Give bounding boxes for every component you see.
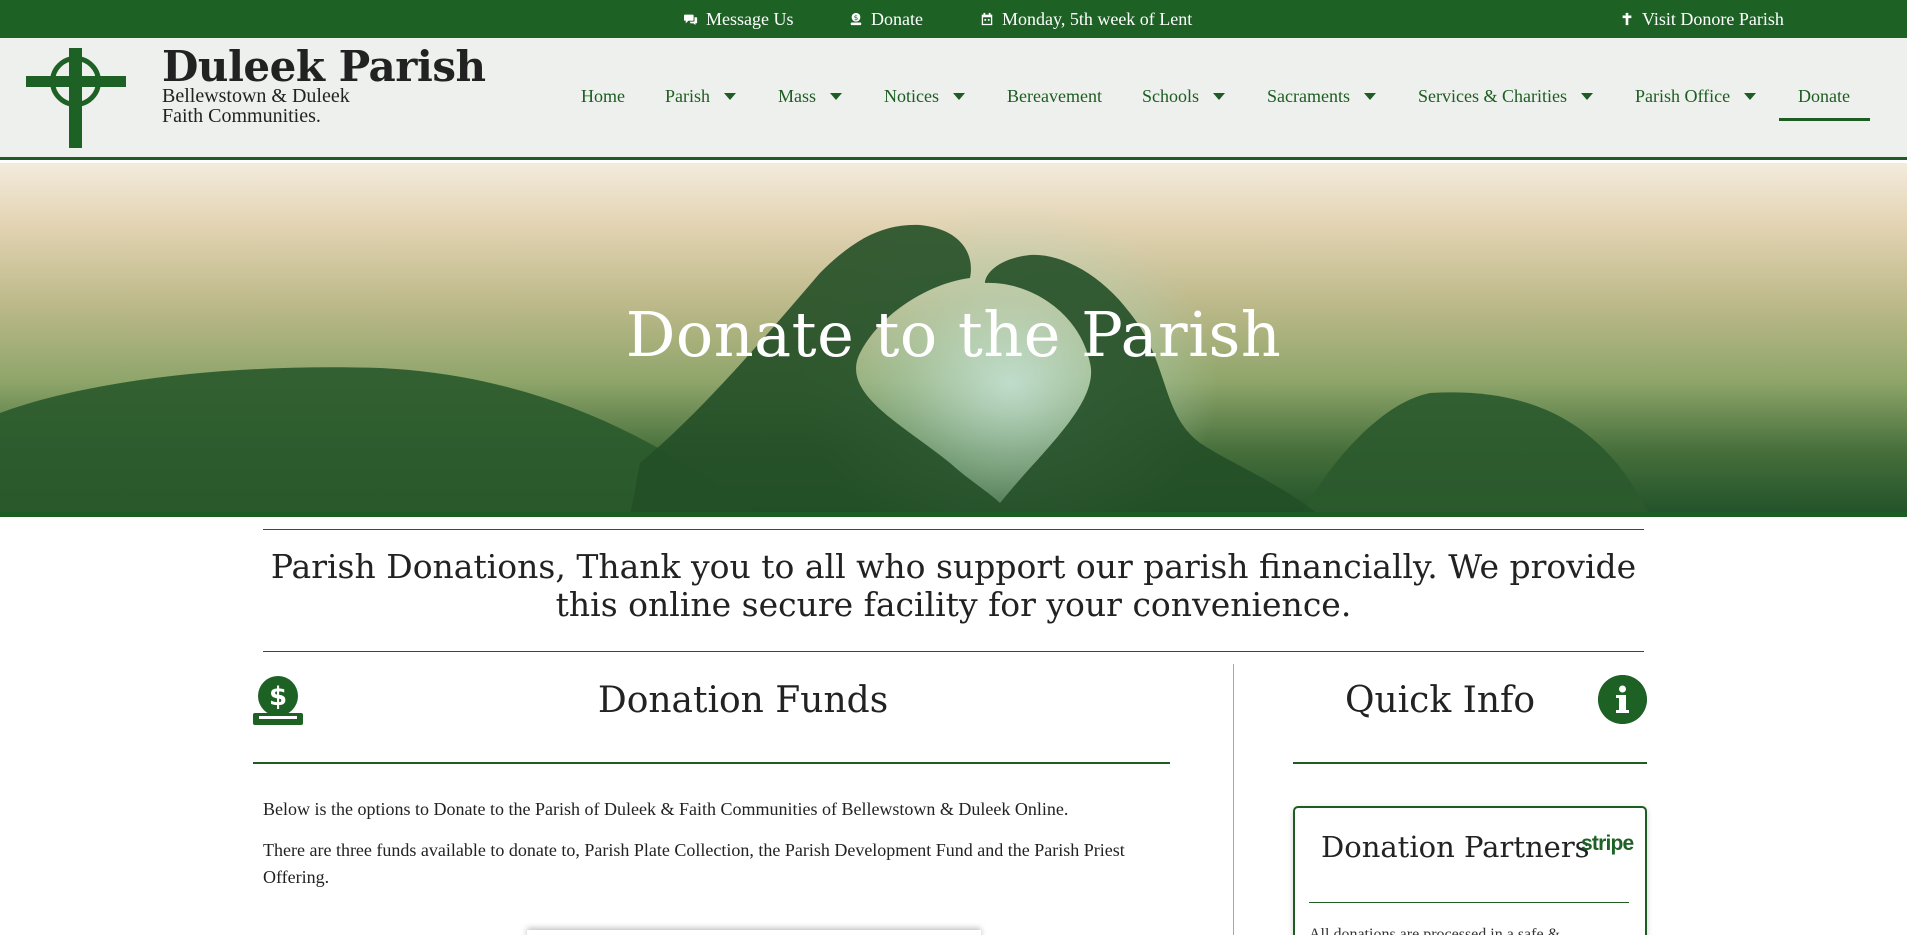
partners-text: All donations are processed in a safe & xyxy=(1309,926,1561,935)
nav-item-services-charities[interactable]: Services & Charities xyxy=(1418,86,1593,107)
nav-item-label: Bereavement xyxy=(1007,86,1102,106)
nav-item-donate[interactable]: Donate xyxy=(1798,86,1850,107)
partners-rule xyxy=(1309,902,1629,903)
nav-item-bereavement[interactable]: Bereavement xyxy=(1007,86,1102,107)
hero-banner: Donate to the Parish xyxy=(0,163,1907,516)
caret-down-icon xyxy=(952,93,965,100)
message-us-link[interactable]: Message Us xyxy=(684,0,794,38)
donate-hand-icon: $ xyxy=(850,12,862,26)
quick-info-rule xyxy=(1293,762,1647,764)
main-nav: Home Parish Mass Notices Bereavement Sch… xyxy=(0,38,1907,160)
nav-item-label: Schools xyxy=(1142,86,1200,106)
nav-item-label: Parish Office xyxy=(1635,86,1731,106)
intro-top-rule xyxy=(263,529,1644,530)
quick-info-title: Quick Info xyxy=(1344,680,1536,721)
info-icon xyxy=(1598,675,1647,724)
caret-down-icon xyxy=(1580,93,1593,100)
nav-item-label: Sacraments xyxy=(1267,86,1350,106)
liturgical-date-label: Monday, 5th week of Lent xyxy=(1002,8,1193,29)
top-bar: Message Us $ Donate Monday, 5th week of … xyxy=(0,0,1907,38)
chat-icon xyxy=(684,14,698,26)
hero-bottom-border xyxy=(0,512,1907,517)
donation-partners-card: Donation Partners stripe All donations a… xyxy=(1293,806,1647,935)
nav-item-notices[interactable]: Notices xyxy=(884,86,965,107)
message-us-label: Message Us xyxy=(706,8,794,29)
dollar-coin-hand-icon: $ xyxy=(253,676,303,725)
calendar-icon xyxy=(981,12,993,26)
caret-down-icon xyxy=(724,93,736,100)
donate-top-label: Donate xyxy=(871,8,923,29)
caret-down-icon xyxy=(1744,93,1757,100)
liturgical-date: Monday, 5th week of Lent xyxy=(980,0,1192,38)
site-header: Duleek Parish Bellewstown & Duleek Faith… xyxy=(0,38,1907,160)
donation-partners-title: Donation Partners xyxy=(1321,830,1590,864)
nav-item-home[interactable]: Home xyxy=(581,86,625,107)
nav-item-label: Notices xyxy=(884,86,939,106)
cross-icon xyxy=(1622,12,1632,26)
donation-funds-rule xyxy=(253,762,1170,764)
stripe-logo[interactable]: stripe xyxy=(1581,832,1634,856)
nav-item-label: Home xyxy=(581,86,625,106)
nav-item-parish-office[interactable]: Parish Office xyxy=(1635,86,1757,107)
funds-paragraph-1: Below is the options to Donate to the Pa… xyxy=(263,799,1069,819)
nav-item-label: Parish xyxy=(665,86,710,106)
nav-item-label: Services & Charities xyxy=(1418,86,1567,106)
fund-card[interactable] xyxy=(527,930,981,935)
funds-paragraph-2: There are three funds available to donat… xyxy=(263,840,1125,887)
intro-bottom-rule xyxy=(263,651,1644,652)
nav-active-indicator xyxy=(1779,118,1870,121)
visit-donore-link[interactable]: Visit Donore Parish xyxy=(1620,0,1784,38)
donation-funds-title: Donation Funds xyxy=(597,680,889,721)
nav-item-label: Donate xyxy=(1798,86,1850,106)
hero-title: Donate to the Parish xyxy=(625,298,1282,371)
nav-item-mass[interactable]: Mass xyxy=(778,86,843,107)
caret-down-icon xyxy=(1363,93,1376,100)
caret-down-icon xyxy=(830,93,843,100)
donate-top-link[interactable]: $ Donate xyxy=(849,0,923,38)
column-divider xyxy=(1233,664,1234,935)
nav-item-schools[interactable]: Schools xyxy=(1142,86,1226,107)
intro-text: Parish Donations, Thank you to all who s… xyxy=(270,547,1637,624)
nav-item-sacraments[interactable]: Sacraments xyxy=(1267,86,1376,107)
visit-donore-label: Visit Donore Parish xyxy=(1642,8,1784,29)
caret-down-icon xyxy=(1213,93,1226,100)
svg-text:$: $ xyxy=(854,14,858,22)
svg-text:$: $ xyxy=(269,682,287,712)
nav-item-label: Mass xyxy=(778,86,817,106)
nav-item-parish[interactable]: Parish xyxy=(665,86,736,107)
